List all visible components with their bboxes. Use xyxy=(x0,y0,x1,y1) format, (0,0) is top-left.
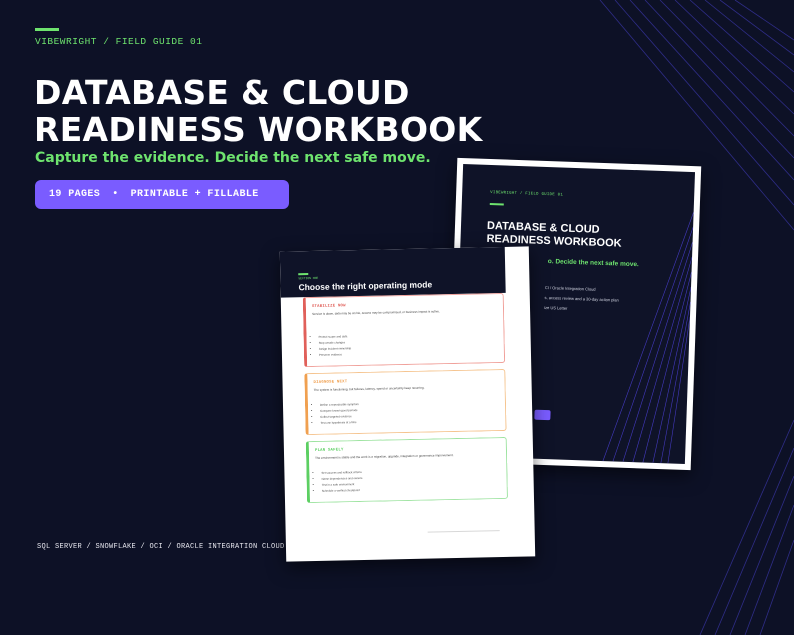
platform-list: SQL SERVER / SNOWFLAKE / OCI / ORACLE IN… xyxy=(37,543,285,551)
mode-bullet: Test one hypothesis at a time xyxy=(320,419,359,426)
inner-section-label: SECTION ONE xyxy=(298,276,319,281)
mode-label: STABILIZE NOW xyxy=(311,304,346,309)
title-line-1: DATABASE & CLOUD xyxy=(34,73,410,112)
inner-footer-rule xyxy=(427,530,500,533)
mode-bullet: Preserve evidence xyxy=(319,351,351,358)
mode-card-plan: PLAN SAFELY The environment is stable an… xyxy=(305,436,509,504)
title-line-2: READINESS WORKBOOK xyxy=(34,110,483,149)
inner-page-preview: SECTION ONE Choose the right operating m… xyxy=(279,246,536,562)
mode-card-diagnose: DIAGNOSE NEXT The system is functioning,… xyxy=(304,368,507,436)
badge-formats: PRINTABLE + FILLABLE xyxy=(130,189,259,200)
mode-description: Service is down, data may be at risk, ac… xyxy=(312,309,440,316)
badge-pages: 19 PAGES xyxy=(49,189,101,200)
mode-bullet: Schedule a verified checkpoint xyxy=(322,487,363,494)
mode-description: The environment is stable and the work i… xyxy=(315,453,454,460)
badge-separator: • xyxy=(112,189,119,200)
inner-page-header: SECTION ONE Choose the right operating m… xyxy=(279,246,506,298)
pages-badge: 19 PAGES • PRINTABLE + FILLABLE xyxy=(35,180,289,209)
mode-card-stabilize: STABILIZE NOW Service is down, data may … xyxy=(302,292,506,368)
mode-bullets: Protect scope and data Stop unsafe chang… xyxy=(313,333,352,358)
inner-accent-bar xyxy=(298,273,309,275)
brand-eyebrow: VIBEWRIGHT / FIELD GUIDE 01 xyxy=(35,36,203,47)
mode-bullets: Set success and rollback criteria Name d… xyxy=(315,469,362,494)
mode-label: DIAGNOSE NEXT xyxy=(313,380,348,385)
inner-heading: Choose the right operating mode xyxy=(298,279,433,293)
mode-description: The system is functioning, but failures,… xyxy=(313,385,425,392)
tagline: Capture the evidence. Decide the next sa… xyxy=(35,150,431,166)
cover-accent-bar xyxy=(489,202,504,206)
mode-label: PLAN SAFELY xyxy=(314,448,344,453)
mode-bullets: Define a reproducible symptom Compare kn… xyxy=(314,401,359,426)
eyebrow-accent-bar xyxy=(35,28,59,31)
page-title: DATABASE & CLOUD READINESS WORKBOOK xyxy=(34,74,483,148)
cover-badge xyxy=(534,409,551,421)
